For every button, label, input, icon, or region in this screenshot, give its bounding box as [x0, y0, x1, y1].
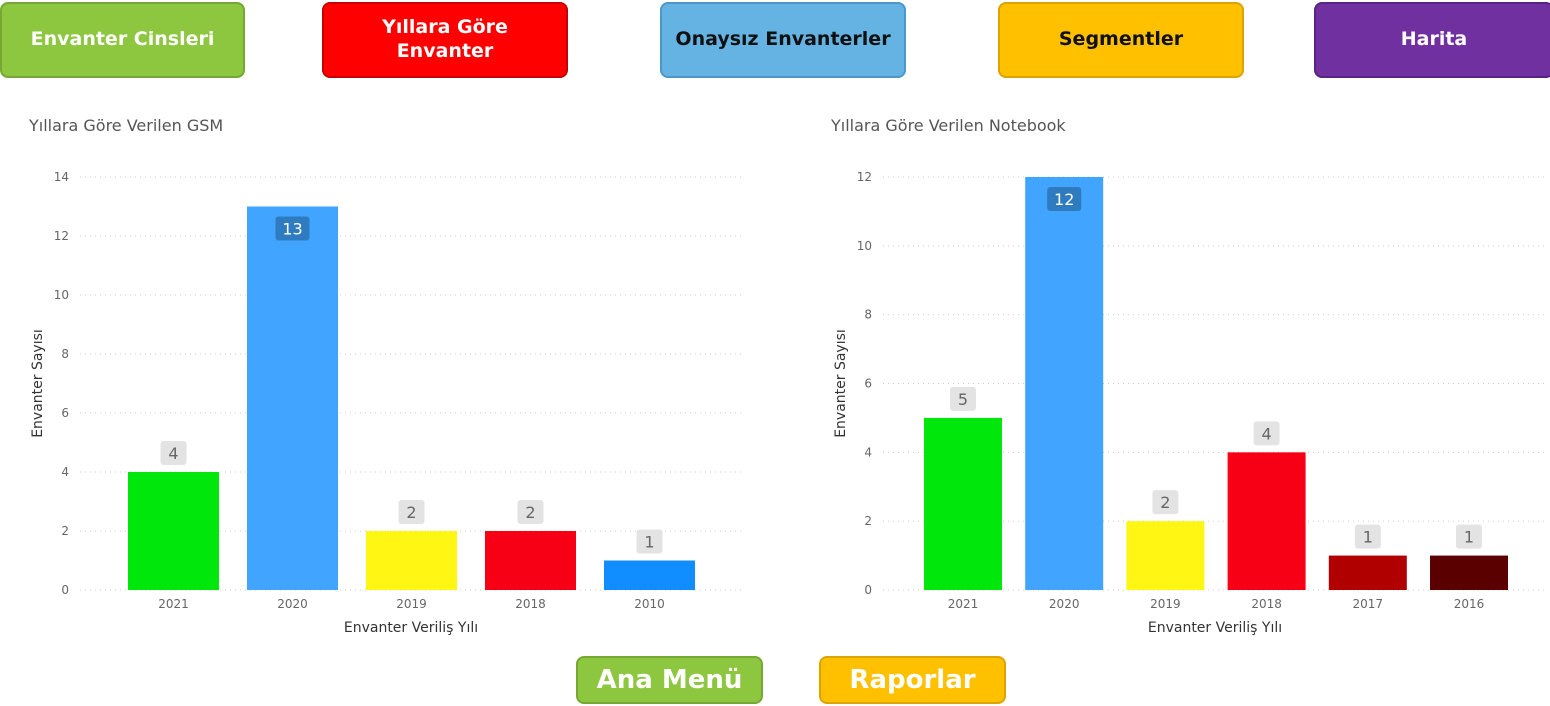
notebook-y-tick-label: 0 — [864, 583, 872, 597]
notebook-bar — [924, 417, 1002, 590]
notebook-data-label: 4 — [1262, 424, 1272, 443]
notebook-y-tick-label: 2 — [864, 514, 872, 528]
notebook-bar — [1227, 452, 1306, 590]
notebook-data-label: 2 — [1160, 493, 1170, 512]
notebook-y-tick-label: 12 — [857, 170, 872, 184]
notebook-data-label: 5 — [958, 390, 968, 409]
notebook-bar — [1126, 521, 1205, 590]
notebook-x-tick-label: 2016 — [1454, 597, 1485, 611]
notebook-bar — [1328, 555, 1407, 590]
notebook-x-tick-label: 2017 — [1353, 597, 1384, 611]
notebook-x-tick-label: 2021 — [948, 597, 979, 611]
notebook-y-tick-label: 10 — [857, 239, 872, 253]
raporlar-button[interactable]: Raporlar — [819, 656, 1006, 704]
notebook-y-tick-label: 6 — [864, 377, 872, 391]
notebook-x-axis-title: Envanter Veriliş Yılı — [1148, 620, 1282, 636]
notebook-bar — [1025, 177, 1104, 590]
notebook-y-tick-label: 4 — [864, 445, 872, 459]
notebook-data-label: 12 — [1054, 190, 1074, 209]
notebook-y-axis-title: Envanter Sayısı — [833, 329, 849, 438]
notebook-x-tick-label: 2020 — [1049, 597, 1080, 611]
notebook-data-label: 1 — [1464, 528, 1474, 547]
notebook-x-tick-label: 2019 — [1150, 597, 1181, 611]
notebook-bar-chart: 0 2 4 6 8 10 12 2021 5 2020 12 2019 2 2018 4 2017 1 2016 1… — [833, 170, 1548, 636]
notebook-data-label: 1 — [1363, 528, 1373, 547]
ana-menu-button[interactable]: Ana Menü — [576, 656, 763, 704]
notebook-y-tick-label: 8 — [864, 308, 872, 322]
notebook-bar — [1430, 555, 1508, 590]
notebook-x-tick-label: 2018 — [1251, 597, 1282, 611]
